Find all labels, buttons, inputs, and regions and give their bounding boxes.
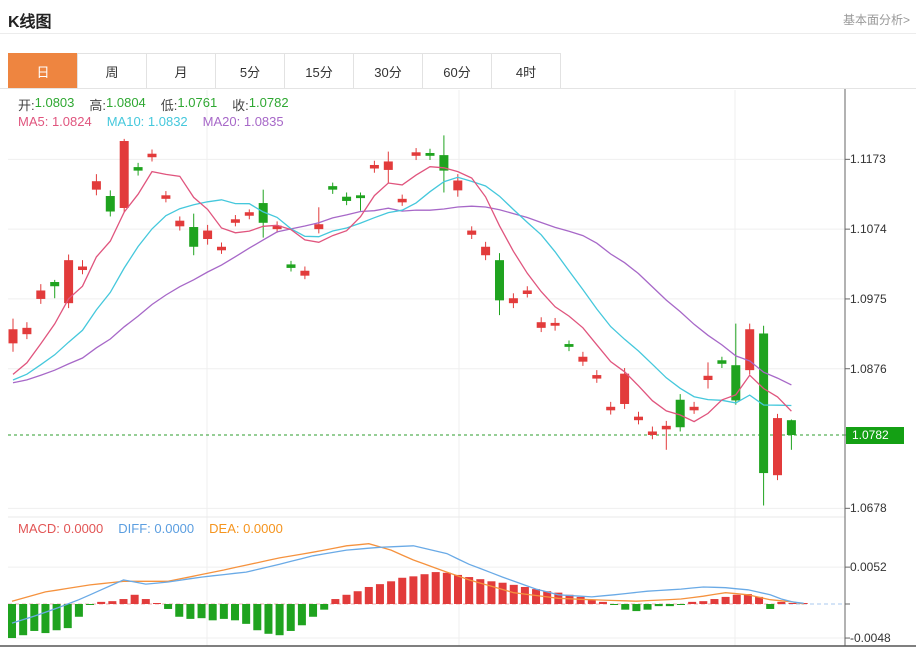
tab-30分[interactable]: 30分 [353,53,423,88]
legend-item: DEA: 0.0000 [209,521,283,536]
tab-60分[interactable]: 60分 [422,53,492,88]
ohlc-close: 收: 1.0782 [232,95,289,113]
fundamental-analysis-link[interactable]: 基本面分析> [843,11,910,28]
price-axis-label: 0.0052 [850,560,887,575]
legend-item: MACD: 0.0000 [18,521,104,536]
tab-15分[interactable]: 15分 [284,53,354,88]
period-tab-bar: 日周月 5分 15分 30分 60分 4时 [0,53,916,89]
legend-item: MA5: 1.0824 [18,114,92,129]
price-axis-label: -0.0048 [850,631,891,646]
ma-legend: MA5: 1.0824 MA10: 1.0832 MA20: 1.0835 [18,114,284,129]
ohlc-high: 高: 1.0804 [89,95,146,113]
price-axis-label: 1.1173 [850,152,886,167]
page-title: K线图 [8,14,52,31]
price-axis-label: 1.0678 [850,501,887,516]
legend-item: MA10: 1.0832 [106,114,188,129]
ohlc-open: 开: 1.0803 [18,95,75,113]
header-divider [0,33,916,34]
legend-item: DIFF: 0.0000 [118,521,195,536]
tab-周[interactable]: 周 [77,53,147,88]
price-axis-label: 1.0975 [850,291,887,306]
price-axis-label: 1.1074 [850,222,887,237]
chart-area: 开: 1.0803 高: 1.0804 低: 1.0761 收: 1.0782 MA5:… [0,89,916,648]
ohlc-legend: 开: 1.0803 高: 1.0804 低: 1.0761 收: 1.0782 [18,95,289,114]
kline-chart-canvas[interactable] [0,89,916,648]
tab-5分[interactable]: 5分 [215,53,285,88]
current-price-badge: 1.0782 [846,427,904,444]
ohlc-low: 低: 1.0761 [160,95,218,113]
macd-legend: MACD: 0.0000 DIFF: 0.0000 DEA: 0.0000 [18,521,283,536]
tab-日[interactable]: 日 [8,53,78,88]
kline-widget: K线图 基本面分析> 日周月 5分 15分 30分 60分 4时 开: 1.0803 高: 1… [0,0,916,648]
tab-4时[interactable]: 4时 [491,53,561,88]
legend-item: MA20: 1.0835 [202,114,284,129]
price-axis-label: 1.0876 [850,361,887,376]
tab-月[interactable]: 月 [146,53,216,88]
